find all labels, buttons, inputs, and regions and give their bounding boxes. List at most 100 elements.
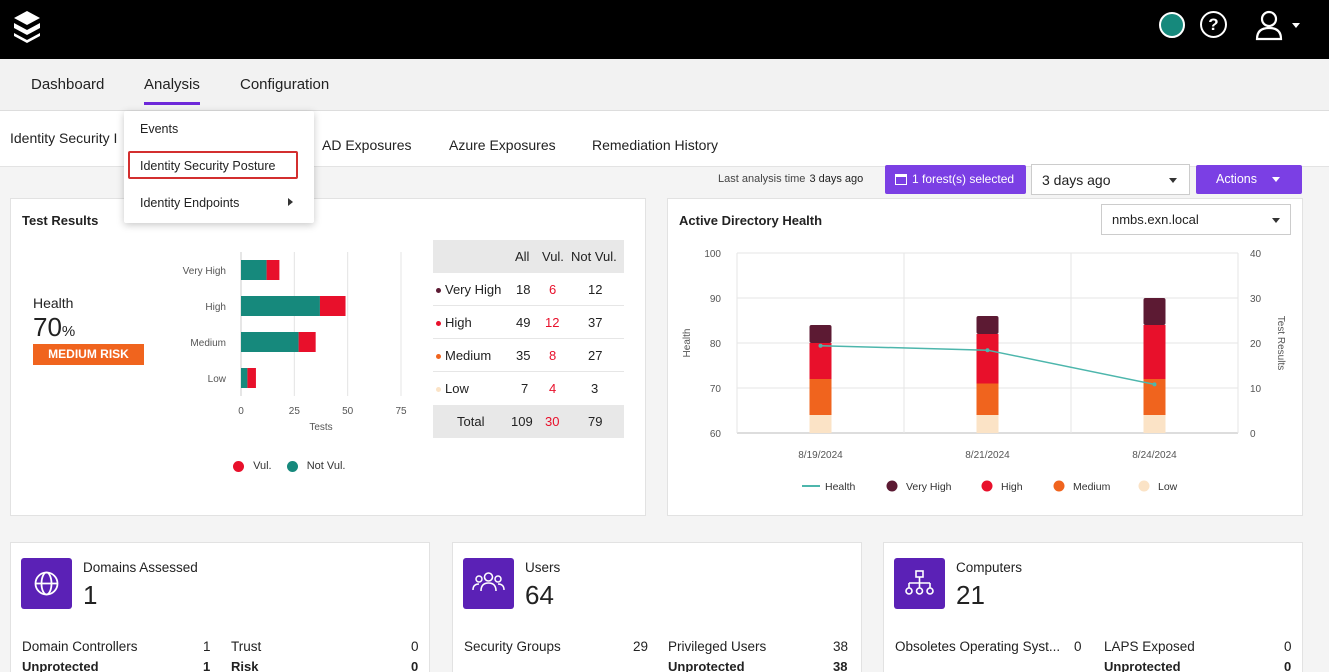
y-right-axis-label: Test Results bbox=[1275, 316, 1286, 370]
x-tick-label: 25 bbox=[289, 406, 301, 417]
ad-health-title: Active Directory Health bbox=[679, 213, 823, 228]
stat-value: 38 bbox=[833, 639, 849, 654]
subtab-identity-security[interactable]: Identity Security I bbox=[10, 130, 117, 146]
x-tick-label: 8/24/2024 bbox=[1132, 450, 1177, 461]
cell-not-vul: 37 bbox=[588, 315, 603, 330]
main-nav: Dashboard Analysis Configuration bbox=[0, 59, 1329, 111]
table-row: High 49 12 37 bbox=[433, 306, 624, 339]
tab-analysis[interactable]: Analysis bbox=[144, 76, 200, 105]
calendar-icon bbox=[895, 174, 907, 185]
x-tick-label: 8/21/2024 bbox=[965, 450, 1010, 461]
actions-button[interactable]: Actions bbox=[1196, 165, 1302, 194]
card-value: 1 bbox=[83, 580, 98, 610]
user-profile-icon[interactable] bbox=[1254, 9, 1284, 41]
y-left-tick-label: 90 bbox=[710, 294, 722, 305]
stat-label: Security Groups bbox=[464, 639, 561, 654]
subtab-ad-exposures[interactable]: AD Exposures bbox=[322, 137, 411, 153]
bar-segment-high[interactable] bbox=[809, 343, 832, 379]
bar-segment-vul[interactable] bbox=[266, 260, 280, 280]
y-left-tick-label: 70 bbox=[710, 384, 722, 395]
domain-select[interactable]: nmbs.exn.local bbox=[1101, 204, 1291, 235]
bar-segment-not-vul[interactable] bbox=[241, 332, 299, 352]
risk-badge: MEDIUM RISK bbox=[33, 344, 144, 365]
cell-vul: 4 bbox=[549, 381, 557, 396]
bar-segment-vul[interactable] bbox=[319, 296, 346, 316]
bar-segment-not-vul[interactable] bbox=[241, 260, 267, 280]
health-point[interactable] bbox=[985, 348, 990, 353]
domains-assessed-card: Domains Assessed 1 Domain Controllers 1 … bbox=[10, 542, 430, 672]
bar-segment-high[interactable] bbox=[976, 334, 999, 384]
menu-item-identity-security-posture[interactable]: Identity Security Posture bbox=[140, 159, 275, 173]
tab-dashboard[interactable]: Dashboard bbox=[31, 76, 104, 93]
cell-all: 18 bbox=[516, 282, 531, 297]
y-left-tick-label: 60 bbox=[710, 429, 722, 440]
y-right-tick-label: 30 bbox=[1250, 294, 1262, 305]
bar-segment-high[interactable] bbox=[1143, 325, 1166, 379]
status-indicator-icon[interactable] bbox=[1159, 12, 1185, 38]
stat-value: 1 bbox=[203, 639, 211, 654]
time-range-select[interactable]: 3 days ago bbox=[1031, 164, 1190, 195]
bar-segment-vul[interactable] bbox=[247, 368, 256, 388]
bar-segment-low[interactable] bbox=[976, 415, 999, 433]
stat-sub-label: Risk bbox=[231, 659, 259, 672]
chevron-down-icon bbox=[1272, 177, 1280, 182]
bar-segment-low[interactable] bbox=[809, 415, 832, 433]
cell-all: 7 bbox=[521, 381, 529, 396]
total-label: Total bbox=[457, 414, 485, 429]
app-logo-icon[interactable] bbox=[12, 9, 42, 45]
stat-label: LAPS Exposed bbox=[1104, 639, 1195, 654]
total-vul: 30 bbox=[545, 414, 560, 429]
health-value: 70% bbox=[33, 312, 76, 342]
bar-segment-very-high[interactable] bbox=[809, 325, 832, 343]
domain-select-value: nmbs.exn.local bbox=[1112, 212, 1199, 227]
bar-segment-very-high[interactable] bbox=[1143, 298, 1166, 325]
cell-all: 49 bbox=[516, 315, 531, 330]
legend-dot bbox=[1138, 480, 1150, 492]
subtab-remediation-history[interactable]: Remediation History bbox=[592, 137, 718, 153]
stat-value: 29 bbox=[633, 639, 649, 654]
y-right-tick-label: 0 bbox=[1250, 429, 1256, 440]
bar-segment-low[interactable] bbox=[1143, 415, 1166, 433]
tab-configuration[interactable]: Configuration bbox=[240, 76, 329, 93]
stat-sub-label: Unprotected bbox=[22, 659, 99, 672]
cell-not-vul: 27 bbox=[588, 348, 603, 363]
legend-dot bbox=[981, 480, 993, 492]
health-point[interactable] bbox=[818, 343, 823, 348]
health-point[interactable] bbox=[1152, 382, 1157, 387]
cell-all: 35 bbox=[516, 348, 531, 363]
stat-sub-label: Unprotected bbox=[668, 659, 745, 672]
y-tick-label: Medium bbox=[190, 338, 226, 349]
bar-segment-not-vul[interactable] bbox=[241, 296, 320, 316]
help-icon[interactable]: ? bbox=[1200, 11, 1227, 38]
legend-label: Health bbox=[825, 481, 856, 493]
test-results-bar-chart: 0 25 50 75 Tests Very High High Medium Low bbox=[183, 252, 407, 433]
row-label: High bbox=[436, 315, 472, 330]
top-bar: ? bbox=[0, 0, 1329, 59]
row-label: Low bbox=[436, 381, 469, 396]
bar-segment-not-vul[interactable] bbox=[241, 368, 248, 388]
test-results-legend: Vul. Not Vul. bbox=[233, 460, 345, 472]
menu-item-identity-endpoints[interactable]: Identity Endpoints bbox=[140, 196, 239, 210]
stat-sub-value: 0 bbox=[1284, 659, 1292, 672]
user-menu-caret-icon[interactable] bbox=[1292, 23, 1300, 28]
test-results-title: Test Results bbox=[22, 213, 99, 228]
total-not-vul: 79 bbox=[588, 414, 603, 429]
x-tick-label: 50 bbox=[342, 406, 354, 417]
table-total-row: Total 109 30 79 bbox=[433, 405, 624, 438]
bar-segment-very-high[interactable] bbox=[976, 316, 999, 334]
legend-not-vul-label: Not Vul. bbox=[306, 460, 346, 472]
y-left-tick-label: 100 bbox=[704, 249, 721, 260]
menu-item-events[interactable]: Events bbox=[140, 122, 178, 136]
forest-selected-button[interactable]: 1 forest(s) selected bbox=[885, 165, 1026, 194]
bar-segment-medium[interactable] bbox=[976, 383, 999, 416]
users-icon bbox=[463, 558, 514, 609]
subtab-azure-exposures[interactable]: Azure Exposures bbox=[449, 137, 556, 153]
stat-label: Obsoletes Operating Syst... bbox=[895, 639, 1061, 654]
cell-vul: 6 bbox=[549, 282, 557, 297]
x-tick-label: 0 bbox=[238, 406, 244, 417]
bar-segment-medium[interactable] bbox=[809, 379, 832, 415]
cell-vul: 12 bbox=[545, 315, 560, 330]
bar-segment-vul[interactable] bbox=[298, 332, 316, 352]
analysis-dropdown-menu: Events Identity Security Posture Identit… bbox=[124, 111, 314, 223]
cell-vul: 8 bbox=[549, 348, 557, 363]
